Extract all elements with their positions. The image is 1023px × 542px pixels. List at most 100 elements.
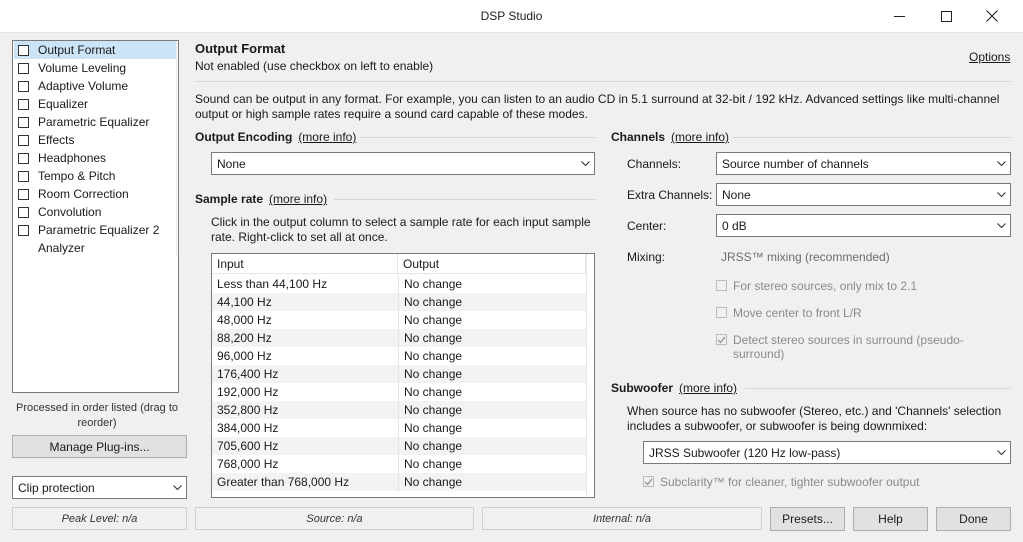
plugin-list-item[interactable]: Adaptive Volume [14,77,177,95]
plugin-enable-checkbox[interactable] [18,206,29,218]
stereo-mix-21-checkbox[interactable]: For stereo sources, only mix to 2.1 [716,279,917,293]
output-rate-cell[interactable]: No change [398,437,586,455]
output-rate-cell[interactable]: No change [398,347,586,365]
output-rate-cell[interactable]: No change [398,293,586,311]
subwoofer-more-info-link[interactable]: (more info) [679,381,737,395]
extra-channels-select[interactable]: None [716,183,1011,206]
plugin-list-item[interactable]: Parametric Equalizer [14,113,177,131]
plugin-label: Output Format [38,43,116,57]
channels-more-info-link[interactable]: (more info) [671,130,729,144]
move-center-checkbox[interactable]: Move center to front L/R [716,306,862,320]
plugin-label: Convolution [38,205,102,219]
maximize-button[interactable] [923,0,969,32]
sample-rate-heading: Sample rate (more info) [195,192,327,206]
column-header-output[interactable]: Output [398,254,586,274]
plugin-list[interactable]: Output Format Volume Leveling Adaptive Vol… [12,40,179,393]
plugin-enable-checkbox[interactable] [18,44,29,56]
channels-heading: Channels (more info) [611,130,729,144]
column-header-input[interactable]: Input [212,254,398,274]
plugin-list-item[interactable]: Equalizer [14,95,177,113]
input-rate-cell: 192,000 Hz [217,385,279,399]
plugin-enable-checkbox[interactable] [18,134,29,146]
channels-title: Channels [611,130,666,144]
center-select[interactable]: 0 dB [716,214,1011,237]
table-row[interactable]: 44,100 Hz No change [212,293,586,311]
chevron-down-icon [992,215,1010,236]
table-row[interactable]: Less than 44,100 Hz No change [212,275,586,293]
sample-rate-more-info-link[interactable]: (more info) [269,192,327,206]
plugin-enable-checkbox[interactable] [18,152,29,164]
plugin-enable-checkbox[interactable] [18,116,29,128]
extra-channels-label: Extra Channels: [627,188,713,202]
chevron-down-icon [992,153,1010,174]
mixing-value: JRSS™ mixing (recommended) [721,250,890,264]
table-row[interactable]: 88,200 Hz No change [212,329,586,347]
done-button[interactable]: Done [936,507,1011,531]
table-row[interactable]: 705,600 Hz No change [212,437,586,455]
plugin-list-item[interactable]: Analyzer [14,239,177,257]
output-rate-cell[interactable]: No change [398,383,586,401]
center-label: Center: [627,219,667,233]
table-scrollbar[interactable] [586,254,594,497]
output-rate-cell[interactable]: No change [398,401,586,419]
plugin-list-item[interactable]: Output Format [14,41,177,59]
output-rate-cell[interactable]: No change [398,419,586,437]
plugin-enable-checkbox[interactable] [18,98,29,110]
plugin-list-item[interactable]: Room Correction [14,185,177,203]
help-button[interactable]: Help [853,507,928,531]
plugin-list-item[interactable]: Parametric Equalizer 2 [14,221,177,239]
output-rate-cell[interactable]: No change [398,365,586,383]
output-rate-cell[interactable]: No change [398,455,586,473]
input-rate-cell: Less than 44,100 Hz [217,277,328,291]
plugin-list-item[interactable]: Headphones [14,149,177,167]
subwoofer-select[interactable]: JRSS Subwoofer (120 Hz low-pass) [643,441,1011,464]
minimize-button[interactable] [876,0,922,32]
output-encoding-select[interactable]: None [211,152,595,175]
output-rate-cell[interactable]: No change [398,311,586,329]
subclarity-checkbox[interactable]: Subclarity™ for cleaner, tighter subwoof… [643,475,919,489]
table-row[interactable]: 96,000 Hz No change [212,347,586,365]
clip-protection-select[interactable]: Clip protection [12,476,187,499]
plugin-enable-checkbox[interactable] [18,80,29,92]
sample-rate-description: Click in the output column to select a s… [211,215,591,244]
checkbox-box [716,280,727,291]
output-rate-cell[interactable]: No change [398,329,586,347]
plugin-enable-checkbox[interactable] [18,62,29,74]
plugin-list-item[interactable]: Volume Leveling [14,59,177,77]
plugin-list-item[interactable]: Effects [14,131,177,149]
plugin-list-item[interactable]: Convolution [14,203,177,221]
plugin-enable-checkbox[interactable] [18,224,29,236]
table-row[interactable]: 384,000 Hz No change [212,419,586,437]
table-row[interactable]: 768,000 Hz No change [212,455,586,473]
source-status: Source: n/a [195,507,474,530]
options-link[interactable]: Options [969,50,1010,64]
table-row[interactable]: 176,400 Hz No change [212,365,586,383]
presets-button[interactable]: Presets... [770,507,845,531]
move-center-label: Move center to front L/R [733,306,862,320]
header-divider [195,81,1011,82]
sample-rate-table[interactable]: Input Output Less than 44,100 Hz No chang… [211,253,595,498]
plugin-checkbox-spacer [18,243,29,254]
center-value: 0 dB [722,218,747,233]
panel-title: Output Format [195,41,286,56]
detect-stereo-label: Detect stereo sources in surround (pseud… [733,333,964,361]
plugin-enable-checkbox[interactable] [18,170,29,182]
detect-stereo-checkbox[interactable]: Detect stereo sources in surround (pseud… [716,333,986,361]
stereo-mix-21-label: For stereo sources, only mix to 2.1 [733,279,918,293]
chevron-down-icon [168,477,186,498]
sample-rate-title: Sample rate [195,192,264,206]
table-row[interactable]: 192,000 Hz No change [212,383,586,401]
table-row[interactable]: 352,800 Hz No change [212,401,586,419]
close-button[interactable] [969,0,1015,32]
output-rate-cell[interactable]: No change [398,275,586,293]
manage-plugins-button[interactable]: Manage Plug-ins... [12,435,187,458]
channels-select[interactable]: Source number of channels [716,152,1011,175]
output-rate-cell[interactable]: No change [398,473,586,491]
output-encoding-more-info-link[interactable]: (more info) [298,130,356,144]
table-row[interactable]: 48,000 Hz No change [212,311,586,329]
table-row[interactable]: Greater than 768,000 Hz No change [212,473,586,491]
checkmark-icon [717,333,726,347]
plugin-list-item[interactable]: Tempo & Pitch [14,167,177,185]
chevron-down-icon [992,442,1010,463]
plugin-enable-checkbox[interactable] [18,188,29,200]
